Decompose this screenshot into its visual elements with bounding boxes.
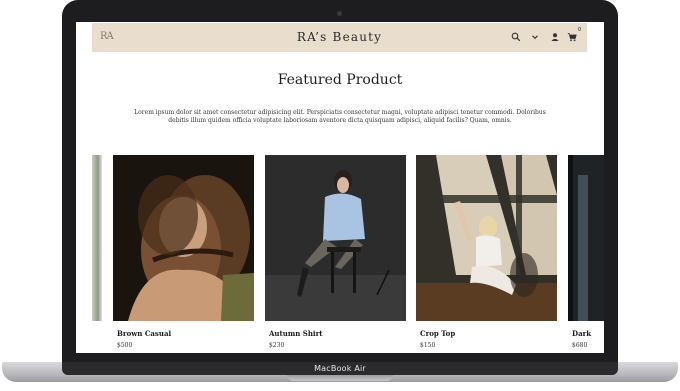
cart-icon[interactable] <box>567 32 577 42</box>
product-image[interactable] <box>113 155 254 321</box>
carousel-partial-item[interactable] <box>92 155 102 321</box>
product-price: $230 <box>269 342 285 349</box>
product-name[interactable]: Brown Casual <box>117 329 171 338</box>
product-name[interactable]: Dark <box>572 329 591 338</box>
product-price: $500 <box>117 342 133 349</box>
product-image[interactable] <box>265 155 406 321</box>
featured-description: Lorem ipsum dolor sit amet consectetur a… <box>134 109 546 124</box>
device-label: MacBook Air <box>314 364 366 373</box>
cart-count-badge: 0 <box>578 27 582 33</box>
camera-icon <box>337 11 342 16</box>
user-icon[interactable] <box>550 32 560 42</box>
laptop-notch <box>287 375 393 381</box>
product-name[interactable]: Crop Top <box>420 329 455 338</box>
product-price: $680 <box>572 342 588 349</box>
product-name[interactable]: Autumn Shirt <box>269 329 323 338</box>
search-icon[interactable] <box>511 32 521 42</box>
product-price: $150 <box>420 342 436 349</box>
screen: RA RA’s Beauty 0 Featured Product Lorem … <box>76 22 604 353</box>
product-image[interactable] <box>416 155 557 321</box>
chevron-down-icon[interactable] <box>530 32 540 42</box>
site-header: RA RA’s Beauty 0 <box>92 23 587 52</box>
product-image[interactable] <box>568 155 604 321</box>
featured-title: Featured Product <box>277 72 403 88</box>
